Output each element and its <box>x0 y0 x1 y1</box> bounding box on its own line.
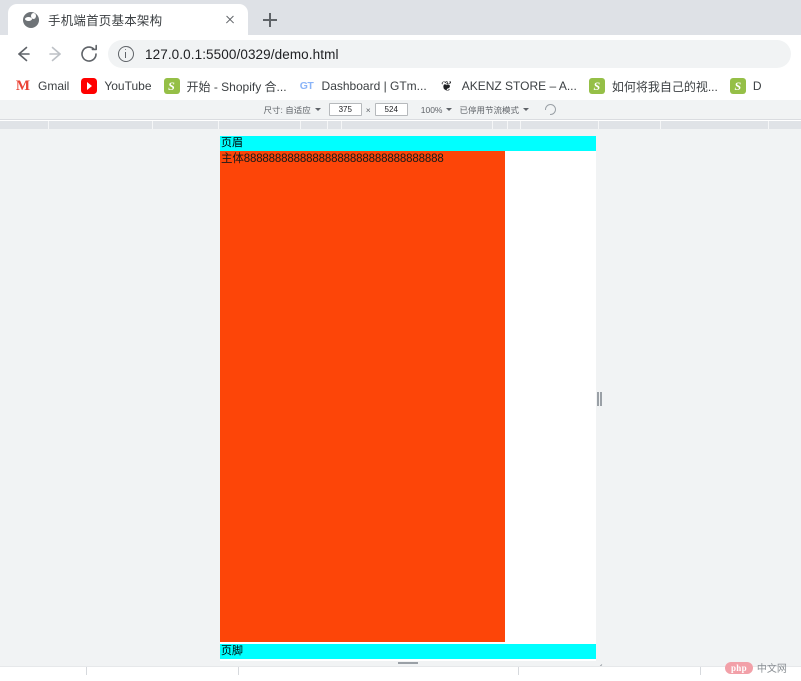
ruler-tick <box>327 121 328 129</box>
bookmark-overflow[interactable]: S D <box>725 74 769 98</box>
shopify-icon: S <box>588 78 605 94</box>
chevron-down-icon[interactable] <box>446 108 453 111</box>
address-bar[interactable]: 127.0.0.1:5500/0329/demo.html <box>108 40 791 68</box>
device-emulation-stage: 页眉 主体88888888888888888888888888888888 页脚 <box>0 129 801 681</box>
bookmark-akenz-store[interactable]: ❦ AKENZ STORE – A... <box>434 74 584 98</box>
ruler-tick <box>660 121 661 129</box>
emulated-page-viewport[interactable]: 页眉 主体88888888888888888888888888888888 页脚 <box>220 136 596 661</box>
shopify-icon: S <box>729 78 746 94</box>
page-header-section: 页眉 <box>220 136 596 151</box>
bookmark-label: 开始 - Shopify 合... <box>186 79 287 94</box>
bookmarks-bar: M Gmail YouTube S 开始 - Shopify 合... GT D… <box>0 72 801 100</box>
chevron-down-icon[interactable] <box>523 108 529 111</box>
page-footer-section: 页脚 <box>220 644 596 659</box>
browser-tab[interactable]: 手机端首页基本架构 <box>8 4 248 35</box>
bookmark-shopify-start[interactable]: S 开始 - Shopify 合... <box>159 74 294 98</box>
youtube-icon <box>81 78 98 94</box>
page-footer-text: 页脚 <box>221 645 243 657</box>
back-icon[interactable] <box>12 43 34 65</box>
viewport-ruler <box>0 121 801 129</box>
ruler-tick <box>492 121 493 129</box>
strip-tick <box>238 667 239 675</box>
device-size-selector[interactable]: 尺寸: 自适应 <box>264 104 328 116</box>
page-header-text: 页眉 <box>221 137 243 149</box>
page-body-text: 主体88888888888888888888888888888888 <box>221 153 444 165</box>
tab-strip: 手机端首页基本架构 <box>0 0 801 35</box>
bookmark-label: YouTube <box>104 79 152 93</box>
bookmark-shopify-video[interactable]: S 如何将我自己的视... <box>584 74 725 98</box>
rotate-device-icon[interactable] <box>545 104 556 115</box>
chevron-down-icon[interactable] <box>314 108 321 111</box>
globe-icon <box>23 11 39 28</box>
bookmark-gtm-dashboard[interactable]: GT Dashboard | GTm... <box>294 74 434 98</box>
watermark: php 中文网 <box>725 660 787 675</box>
device-size-label: 尺寸: 自适应 <box>263 104 311 115</box>
url-text: 127.0.0.1:5500/0329/demo.html <box>145 46 339 62</box>
ruler-tick <box>48 121 49 129</box>
ruler-tick <box>768 121 769 129</box>
bookmark-label: AKENZ STORE – A... <box>461 79 577 93</box>
info-circle-icon[interactable] <box>118 46 134 62</box>
zoom-level-label: 100% <box>420 104 443 115</box>
strip-tick <box>700 667 701 675</box>
bookmark-label: Dashboard | GTm... <box>321 79 427 93</box>
ruler-tick <box>218 121 219 129</box>
reload-icon[interactable] <box>78 43 100 65</box>
resize-handle-right[interactable] <box>597 392 602 406</box>
strip-tick <box>518 667 519 675</box>
bookmark-youtube[interactable]: YouTube <box>76 74 158 98</box>
bookmark-label: Gmail <box>38 79 70 93</box>
forward-icon[interactable] <box>45 43 67 65</box>
ruler-tick <box>300 121 301 129</box>
watermark-brand: php <box>725 661 753 674</box>
dimension-separator: × <box>365 104 371 115</box>
tab-title: 手机端首页基本架构 <box>48 14 163 28</box>
ruler-tick <box>152 121 153 129</box>
browser-window: 手机端首页基本架构 127.0.0.1:5500/0329/demo.html … <box>0 0 801 681</box>
new-tab-button[interactable] <box>256 6 284 34</box>
device-emulation-toolbar: 尺寸: 自适应 375 × 524 100% 已停用节流模式 <box>0 100 801 120</box>
throttling-label: 已停用节流模式 <box>459 104 519 115</box>
ruler-tick <box>598 121 599 129</box>
close-icon[interactable] <box>220 10 240 30</box>
throttling-selector[interactable]: 已停用节流模式 <box>459 104 536 116</box>
ruler-tick <box>520 121 521 129</box>
browser-toolbar: 127.0.0.1:5500/0329/demo.html <box>0 35 801 72</box>
ruler-tick <box>341 121 342 129</box>
watermark-suffix: 中文网 <box>756 664 787 675</box>
bookmark-label: 如何将我自己的视... <box>611 79 718 94</box>
page-body-section: 主体88888888888888888888888888888888 <box>220 151 505 642</box>
gtm-icon: GT <box>299 80 314 92</box>
zoom-selector[interactable]: 100% <box>421 105 460 115</box>
strip-tick <box>86 667 87 675</box>
akenz-icon: ❦ <box>440 78 453 94</box>
bookmark-label: D <box>752 79 762 93</box>
gmail-icon: M <box>15 78 31 94</box>
viewport-height-input[interactable]: 524 <box>374 103 408 116</box>
bottom-ruler-strip <box>0 666 801 681</box>
ruler-tick <box>507 121 508 129</box>
bookmark-gmail[interactable]: M Gmail <box>10 74 76 98</box>
viewport-width-input[interactable]: 375 <box>328 103 362 116</box>
shopify-icon: S <box>163 78 180 94</box>
